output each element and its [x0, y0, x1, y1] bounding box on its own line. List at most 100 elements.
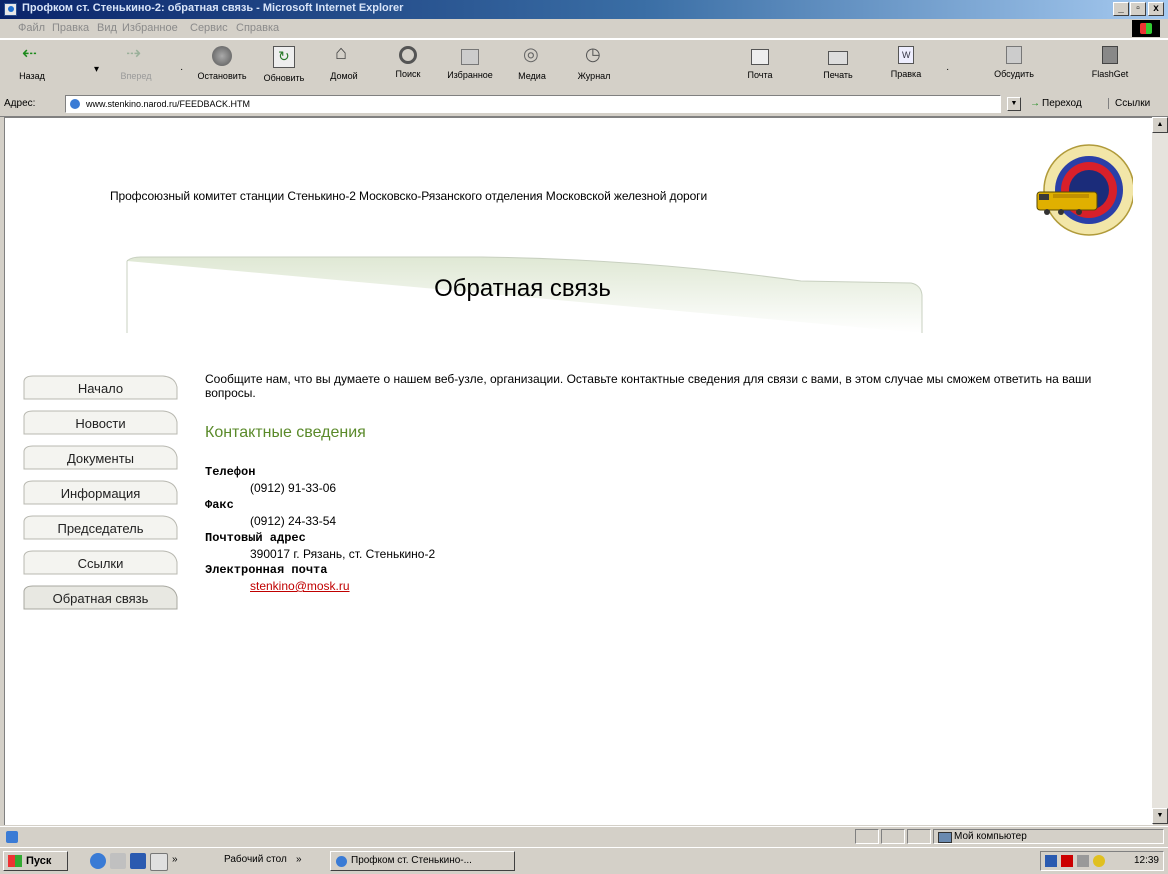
- nav-label: Новости: [75, 416, 126, 431]
- network-tray-icon[interactable]: [1045, 855, 1057, 867]
- back-button[interactable]: Назад: [2, 43, 62, 92]
- rosprofzhel-logo: [1036, 144, 1133, 236]
- address-input[interactable]: [86, 97, 966, 111]
- menu-favorites[interactable]: Избранное: [122, 22, 178, 34]
- nav-item-information[interactable]: Информация: [23, 480, 178, 506]
- postal-address-value: 390017 г. Рязань, ст. Стенькино-2: [250, 547, 436, 561]
- page-icon: [70, 99, 80, 109]
- home-button[interactable]: Домой: [314, 42, 374, 92]
- menu-bar: Файл Правка Вид Избранное Сервис Справка: [0, 19, 1168, 39]
- edit-icon: [898, 46, 914, 64]
- org-heading: Профсоюзный комитет станции Стенькино-2 …: [110, 189, 708, 203]
- discuss-icon: [1006, 46, 1022, 64]
- discuss-button[interactable]: Обсудить: [984, 44, 1044, 92]
- title-banner-label: Обратная связь: [121, 255, 924, 335]
- forward-dropdown-icon[interactable]: ·: [180, 64, 183, 75]
- maximize-button[interactable]: ▫: [1130, 2, 1146, 16]
- nav-label: Документы: [66, 451, 134, 466]
- clock[interactable]: 12:39: [1134, 855, 1159, 866]
- edit-button[interactable]: Правка: [876, 44, 936, 92]
- nav-item-feedback[interactable]: Обратная связь: [23, 585, 178, 611]
- menu-tools[interactable]: Сервис: [190, 22, 228, 34]
- nav-item-home[interactable]: Начало: [23, 375, 178, 401]
- mail-icon: [751, 49, 769, 65]
- print-button[interactable]: Печать: [808, 44, 868, 92]
- scroll-up-button[interactable]: ▲: [1152, 117, 1168, 133]
- antivirus-tray-icon[interactable]: [1061, 855, 1073, 867]
- links-button[interactable]: Ссылки: [1108, 98, 1150, 109]
- forward-button[interactable]: Вперед: [106, 43, 166, 92]
- refresh-icon: [273, 46, 295, 68]
- email-value-wrap: stenkino@mosk.ru: [250, 579, 350, 593]
- toolbar: Назад ▾ Вперед · Остановить Обновить Дом…: [0, 39, 1168, 95]
- address-label-text: Почтовый адрес: [205, 531, 306, 545]
- menu-edit[interactable]: Правка: [52, 22, 89, 34]
- ie-icon: [4, 3, 17, 16]
- vertical-scrollbar[interactable]: ▲ ▼: [1152, 117, 1168, 824]
- start-button[interactable]: Пуск: [3, 851, 68, 871]
- menu-help[interactable]: Справка: [236, 22, 279, 34]
- nav-label: Обратная связь: [52, 591, 149, 606]
- refresh-button[interactable]: Обновить: [254, 44, 314, 92]
- security-zone: Мой компьютер: [933, 829, 1164, 844]
- window-title-bar[interactable]: Профком ст. Стенькино-2: обратная связь …: [0, 0, 1168, 19]
- volume-tray-icon[interactable]: [1093, 855, 1105, 867]
- taskbar: Пуск » Рабочий стол » Профком ст. Стеньк…: [0, 847, 1168, 874]
- favorites-button[interactable]: Избранное: [440, 44, 500, 92]
- quicklaunch-more[interactable]: »: [172, 854, 178, 865]
- nav-item-documents[interactable]: Документы: [23, 445, 178, 471]
- intro-text: Сообщите нам, что вы думаете о нашем веб…: [205, 372, 1092, 400]
- phone-label: Телефон: [205, 465, 256, 479]
- menu-file[interactable]: Файл: [18, 22, 45, 34]
- history-icon: [584, 44, 604, 66]
- status-bar: Мой компьютер: [0, 826, 1168, 847]
- edit-dropdown-icon[interactable]: ·: [946, 64, 949, 75]
- notepad-quicklaunch-icon[interactable]: [150, 853, 168, 871]
- go-button[interactable]: Переход: [1030, 98, 1082, 109]
- language-tray-icon[interactable]: [1077, 855, 1089, 867]
- email-link[interactable]: stenkino@mosk.ru: [250, 579, 350, 593]
- nav-label: Председатель: [57, 521, 144, 536]
- address-bar: Адрес: ▼ Переход Ссылки: [0, 94, 1168, 117]
- phone-value: (0912) 91-33-06: [250, 481, 337, 495]
- status-cell: [907, 829, 931, 844]
- nav-item-news[interactable]: Новости: [23, 410, 178, 436]
- search-button[interactable]: Поиск: [378, 44, 438, 92]
- stop-button[interactable]: Остановить: [192, 44, 252, 92]
- nav-item-links[interactable]: Ссылки: [23, 550, 178, 576]
- favorites-icon: [461, 49, 479, 65]
- ie-quicklaunch-icon[interactable]: [90, 853, 106, 869]
- taskbar-window-button[interactable]: Профком ст. Стенькино-...: [330, 851, 515, 871]
- forward-arrow-icon: [126, 43, 146, 66]
- close-button[interactable]: x: [1148, 2, 1164, 16]
- desktop-quicklaunch-icon[interactable]: [130, 853, 146, 869]
- flashget-button[interactable]: FlashGet: [1080, 44, 1140, 92]
- fax-value: (0912) 24-33-54: [250, 514, 337, 528]
- windows-logo-icon: [1132, 20, 1160, 37]
- scroll-down-button[interactable]: ▼: [1152, 808, 1168, 824]
- media-button[interactable]: Медиа: [502, 44, 562, 92]
- back-dropdown-icon[interactable]: ▾: [94, 64, 99, 75]
- home-icon: [334, 42, 354, 66]
- outlook-quicklaunch-icon[interactable]: [110, 853, 126, 869]
- status-cell: [881, 829, 905, 844]
- history-button[interactable]: Журнал: [564, 44, 624, 92]
- page-done-icon: [6, 831, 18, 843]
- search-icon: [399, 46, 417, 64]
- desktop-toolbar-label: Рабочий стол: [224, 854, 287, 865]
- menu-view[interactable]: Вид: [97, 22, 117, 34]
- desktop-toolbar-more[interactable]: »: [296, 854, 302, 865]
- fax-label: Факс: [205, 498, 234, 512]
- stop-icon: [212, 46, 232, 66]
- address-label: Адрес:: [4, 98, 36, 109]
- minimize-button[interactable]: _: [1113, 2, 1129, 16]
- nav-item-chairman[interactable]: Председатель: [23, 515, 178, 541]
- flashget-icon: [1102, 46, 1118, 64]
- nav-label: Начало: [77, 381, 124, 396]
- address-field[interactable]: [65, 95, 1001, 113]
- status-cell: [855, 829, 879, 844]
- system-tray: 12:39: [1040, 851, 1164, 871]
- print-icon: [828, 51, 848, 65]
- address-dropdown-button[interactable]: ▼: [1007, 97, 1021, 111]
- mail-button[interactable]: Почта: [730, 44, 790, 92]
